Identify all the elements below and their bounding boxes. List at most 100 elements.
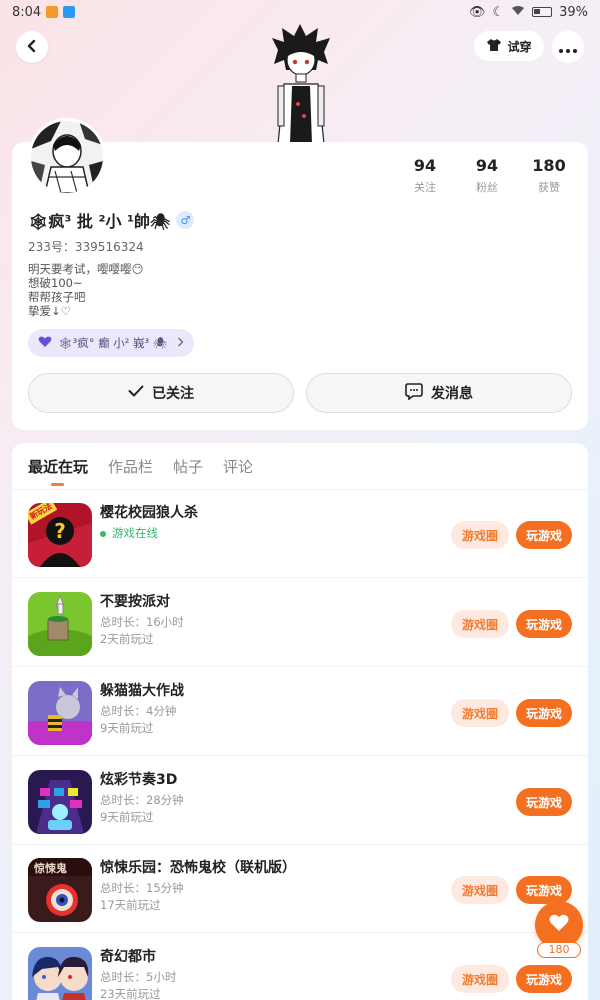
game-row[interactable]: 炫彩节奏3D 总时长：28分钟 9天前玩过 玩游戏 bbox=[12, 757, 588, 845]
play-game-button[interactable]: 玩游戏 bbox=[516, 965, 572, 993]
tab-works[interactable]: 作品栏 bbox=[108, 456, 153, 477]
game-icon-werewolf: ? 新玩法 bbox=[28, 503, 92, 567]
notification-app-icon bbox=[46, 6, 59, 18]
play-duration: 总时长：28分钟 bbox=[100, 793, 184, 807]
battery-percent: 39% bbox=[559, 4, 588, 20]
followed-label: 已关注 bbox=[152, 386, 194, 402]
stat-number: 180 bbox=[532, 156, 566, 175]
back-button[interactable] bbox=[16, 31, 48, 63]
stat-label: 获赞 bbox=[538, 181, 560, 194]
play-game-button[interactable]: 玩游戏 bbox=[516, 521, 572, 549]
heart-icon bbox=[38, 336, 52, 351]
bio-line: 明天要考试，嘤嘤嘤😶 bbox=[28, 262, 144, 276]
stat-following[interactable]: 94 关注 bbox=[394, 156, 456, 195]
game-info: 奇幻都市 总时长：5小时 23天前玩过 bbox=[100, 948, 176, 1000]
game-row[interactable]: 惊悚鬼 惊悚乐园：恐怖鬼校（联机版） 总时长：15分钟 17天前玩过 游戏圈 玩… bbox=[12, 845, 588, 933]
game-info: 樱花校园狼人杀 游戏在线 bbox=[100, 504, 198, 541]
online-label: 游戏在线 bbox=[112, 526, 158, 540]
character-figure bbox=[268, 24, 334, 145]
game-name: 奇幻都市 bbox=[100, 949, 156, 965]
svg-text:惊悚鬼: 惊悚鬼 bbox=[34, 861, 67, 875]
game-row[interactable]: 奇幻都市 总时长：5小时 23天前玩过 游戏圈 玩游戏 bbox=[12, 934, 588, 1000]
eye-icon: 👁 bbox=[468, 4, 486, 20]
profile-stats: 94 关注 94 粉丝 180 获赞 bbox=[394, 156, 580, 195]
nickname: 🕸疯³ 批 ²小 ¹帥🕷 bbox=[28, 212, 171, 231]
play-game-button[interactable]: 玩游戏 bbox=[516, 610, 572, 638]
moon-icon: ☾ bbox=[492, 4, 505, 20]
chevron-right-icon bbox=[177, 336, 184, 350]
last-played: 23天前玩过 bbox=[100, 987, 161, 1000]
heart-icon bbox=[548, 913, 570, 937]
game-circle-button[interactable]: 游戏圈 bbox=[451, 610, 509, 638]
game-info: 惊悚乐园：恐怖鬼校（联机版） 总时长：15分钟 17天前玩过 bbox=[100, 859, 296, 913]
game-circle-button[interactable]: 游戏圈 bbox=[451, 965, 509, 993]
chat-bubble-icon bbox=[405, 382, 423, 404]
bio-line: 帮帮孩子吧 bbox=[28, 290, 86, 304]
game-circle-button[interactable]: 游戏圈 bbox=[451, 699, 509, 727]
last-played: 2天前玩过 bbox=[100, 632, 154, 646]
game-row[interactable]: 躲猫猫大作战 总时长：4分钟 9天前玩过 游戏圈 玩游戏 bbox=[12, 668, 588, 756]
stat-likes[interactable]: 180 获赞 bbox=[518, 156, 580, 195]
game-info: 炫彩节奏3D 总时长：28分钟 9天前玩过 bbox=[100, 771, 184, 825]
play-game-button[interactable]: 玩游戏 bbox=[516, 699, 572, 727]
nickname-row: 🕸疯³ 批 ²小 ¹帥🕷 ♂ bbox=[28, 208, 195, 232]
play-game-button[interactable]: 玩游戏 bbox=[516, 876, 572, 904]
last-played: 17天前玩过 bbox=[100, 898, 161, 912]
like-count: 180 bbox=[537, 942, 581, 958]
tab-recently-played[interactable]: 最近在玩 bbox=[28, 456, 88, 477]
game-row[interactable]: 不要按派对 总时长：16小时 2天前玩过 游戏圈 玩游戏 bbox=[12, 579, 588, 667]
game-icon-dont-press bbox=[28, 592, 92, 656]
more-button[interactable] bbox=[552, 31, 584, 63]
battery-icon bbox=[532, 7, 553, 17]
game-name: 樱花校园狼人杀 bbox=[100, 505, 198, 521]
game-info: 不要按派对 总时长：16小时 2天前玩过 bbox=[100, 593, 184, 647]
game-icon-rhythm-3d bbox=[28, 770, 92, 834]
message-button[interactable]: 发消息 bbox=[306, 373, 572, 413]
notification-app-icon-2 bbox=[63, 6, 76, 18]
svg-text:?: ? bbox=[54, 519, 66, 543]
followed-button[interactable]: 已关注 bbox=[28, 373, 294, 413]
tab-posts[interactable]: 帖子 bbox=[173, 456, 203, 477]
play-duration: 总时长：4分钟 bbox=[100, 704, 177, 718]
game-icon-fantasy-city bbox=[28, 947, 92, 1000]
wifi-icon bbox=[511, 5, 525, 20]
game-icon-hide-and-seek bbox=[28, 681, 92, 745]
more-dots-icon bbox=[559, 38, 577, 57]
game-name: 炫彩节奏3D bbox=[100, 772, 178, 788]
last-played: 9天前玩过 bbox=[100, 810, 154, 824]
status-bar: 8:04 👁 ☾ 39% bbox=[0, 0, 600, 24]
message-label: 发消息 bbox=[431, 386, 473, 402]
game-circle-button[interactable]: 游戏圈 bbox=[451, 521, 509, 549]
try-on-label: 试穿 bbox=[507, 39, 532, 54]
bio-line: 想破100~ bbox=[28, 276, 83, 290]
last-played: 9天前玩过 bbox=[100, 721, 154, 735]
stat-number: 94 bbox=[413, 156, 437, 175]
play-duration: 总时长：15分钟 bbox=[100, 881, 184, 895]
chevron-left-icon bbox=[26, 38, 38, 57]
stat-number: 94 bbox=[475, 156, 499, 175]
game-icon-horror-school: 惊悚鬼 bbox=[28, 858, 92, 922]
profile-tabs: 最近在玩 作品栏 帖子 评论 bbox=[28, 454, 253, 478]
stat-fans[interactable]: 94 粉丝 bbox=[456, 156, 518, 195]
game-name: 躲猫猫大作战 bbox=[100, 683, 184, 699]
shirt-icon bbox=[486, 38, 502, 55]
game-circle-button[interactable]: 游戏圈 bbox=[451, 876, 509, 904]
try-on-button[interactable]: 试穿 bbox=[474, 31, 544, 61]
game-row[interactable]: ? 新玩法 樱花校园狼人杀 游戏在线 游戏圈 玩游戏 bbox=[12, 490, 588, 578]
bio: 明天要考试，嘤嘤嘤😶 想破100~ 帮帮孩子吧 挚爱↓♡ bbox=[28, 262, 144, 318]
game-info: 躲猫猫大作战 总时长：4分钟 9天前玩过 bbox=[100, 682, 184, 736]
avatar[interactable] bbox=[28, 118, 106, 196]
online-dot-icon bbox=[100, 530, 106, 537]
user-id: 233号：339516324 bbox=[28, 240, 144, 254]
gender-male-icon: ♂ bbox=[176, 211, 195, 229]
online-status: 游戏在线 bbox=[100, 526, 198, 541]
play-duration: 总时长：5小时 bbox=[100, 970, 177, 984]
play-game-button[interactable]: 玩游戏 bbox=[516, 788, 572, 816]
fan-badge-text: 🕸³疯° 癫 小² 峩³ 🕷 bbox=[58, 336, 168, 350]
status-time: 8:04 bbox=[12, 4, 42, 20]
tab-indicator bbox=[51, 483, 64, 486]
fan-group-badge[interactable]: 🕸³疯° 癫 小² 峩³ 🕷 bbox=[28, 329, 194, 357]
tab-comments[interactable]: 评论 bbox=[223, 456, 253, 477]
check-icon bbox=[128, 385, 144, 401]
play-duration: 总时长：16小时 bbox=[100, 615, 184, 629]
